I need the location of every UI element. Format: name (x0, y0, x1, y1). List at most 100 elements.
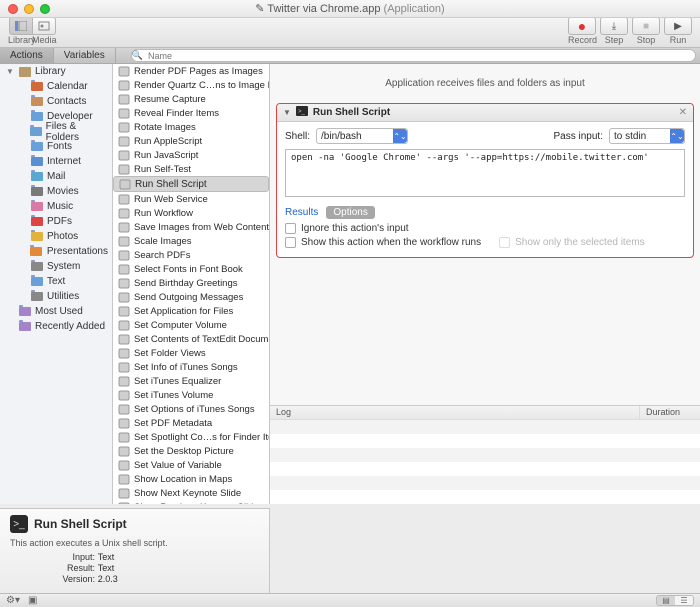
action-list-item[interactable]: Set Options of iTunes Songs (113, 402, 269, 416)
action-list-item[interactable]: Run Shell Script (113, 176, 269, 192)
library-item[interactable]: ▼Library (0, 64, 112, 79)
action-item-label: Resume Capture (134, 94, 206, 105)
action-list-item[interactable]: Scale Images (113, 234, 269, 248)
library-toolbar-label: Library (8, 35, 32, 45)
action-list-item[interactable]: Send Outgoing Messages (113, 290, 269, 304)
action-list-item[interactable]: Set Folder Views (113, 346, 269, 360)
action-item-label: Run Workflow (134, 208, 193, 219)
library-item[interactable]: Files & Folders (0, 124, 112, 139)
action-list-item[interactable]: Reveal Finder Items (113, 106, 269, 120)
action-list-item[interactable]: Show Previous Keynote Slide (113, 500, 269, 504)
search-input[interactable] (131, 49, 696, 62)
options-tab[interactable]: Options (326, 206, 374, 219)
action-list-item[interactable]: Show Location in Maps (113, 472, 269, 486)
pass-input-select[interactable]: to stdin⌃⌄ (609, 128, 685, 144)
action-item-label: Run JavaScript (134, 150, 198, 161)
action-list-item[interactable]: Run Self-Test (113, 162, 269, 176)
library-item[interactable]: Calendar (0, 79, 112, 94)
action-list-item[interactable]: Set iTunes Volume (113, 388, 269, 402)
action-icon (117, 194, 130, 205)
workflow-view-button[interactable]: ▤ (657, 596, 675, 605)
action-icon (117, 334, 130, 345)
library-item[interactable]: System (0, 259, 112, 274)
action-list-item[interactable]: Set Info of iTunes Songs (113, 360, 269, 374)
disclosure-icon[interactable]: ▼ (283, 108, 291, 117)
run-button[interactable]: ▶ (664, 17, 692, 35)
library-item[interactable]: Presentations (0, 244, 112, 259)
action-icon (117, 362, 130, 373)
step-button[interactable]: ⤓ (600, 17, 628, 35)
tab-variables[interactable]: Variables (54, 48, 116, 63)
shell-select[interactable]: /bin/bash⌃⌄ (316, 128, 408, 144)
library-item[interactable]: Music (0, 199, 112, 214)
action-list-item[interactable]: Set Contents of TextEdit Document (113, 332, 269, 346)
action-item-label: Reveal Finder Items (134, 108, 219, 119)
show-when-run-checkbox[interactable] (285, 237, 296, 248)
action-list-item[interactable]: Run JavaScript (113, 148, 269, 162)
action-icon (117, 264, 130, 275)
library-item[interactable]: Contacts (0, 94, 112, 109)
zoom-window-button[interactable] (40, 4, 50, 14)
action-list-item[interactable]: Save Images from Web Content (113, 220, 269, 234)
library-item-label: PDFs (47, 216, 72, 227)
action-list-item[interactable]: Set Computer Volume (113, 318, 269, 332)
record-button[interactable]: ● (568, 17, 596, 35)
log-view-button[interactable]: ☰ (675, 596, 693, 605)
library-toggle-button[interactable] (9, 17, 33, 35)
library-item[interactable]: PDFs (0, 214, 112, 229)
ignore-input-checkbox[interactable] (285, 223, 296, 234)
actions-list[interactable]: Render PDF Pages as ImagesRender Quartz … (113, 64, 270, 504)
library-item-label: Mail (47, 171, 65, 182)
action-list-item[interactable]: Run AppleScript (113, 134, 269, 148)
library-sidebar[interactable]: ▼LibraryCalendarContactsDeveloperFiles &… (0, 64, 113, 504)
log-column-header[interactable]: Log (270, 406, 640, 419)
action-list-item[interactable]: Send Birthday Greetings (113, 276, 269, 290)
action-list-item[interactable]: Set the Desktop Picture (113, 444, 269, 458)
library-item[interactable]: Utilities (0, 289, 112, 304)
view-mode-segment[interactable]: ▤ ☰ (656, 595, 694, 606)
action-card-run-shell-script[interactable]: ▼ >_ Run Shell Script ✕ Shell: /bin/bash… (276, 103, 694, 258)
action-list-item[interactable]: Resume Capture (113, 92, 269, 106)
duration-column-header[interactable]: Duration (640, 406, 700, 419)
action-item-label: Run Shell Script (135, 179, 207, 190)
close-window-button[interactable] (8, 4, 18, 14)
library-item[interactable]: Mail (0, 169, 112, 184)
folder-icon (30, 246, 43, 257)
action-list-item[interactable]: Set iTunes Equalizer (113, 374, 269, 388)
action-item-label: Save Images from Web Content (134, 222, 269, 233)
library-item-label: Movies (47, 186, 79, 197)
action-list-item[interactable]: Set Value of Variable (113, 458, 269, 472)
media-toggle-button[interactable] (32, 17, 56, 35)
gear-icon[interactable]: ⚙︎▾ (6, 595, 20, 606)
shell-script-textarea[interactable] (285, 149, 685, 197)
library-item[interactable]: Internet (0, 154, 112, 169)
remove-action-button[interactable]: ✕ (679, 107, 687, 118)
action-item-label: Show Next Keynote Slide (134, 488, 241, 499)
action-list-item[interactable]: Search PDFs (113, 248, 269, 262)
action-list-item[interactable]: Run Web Service (113, 192, 269, 206)
action-list-item[interactable]: Render Quartz C…ns to Image Files (113, 78, 269, 92)
action-list-item[interactable]: Set PDF Metadata (113, 416, 269, 430)
desc-input-key: Input: (10, 552, 95, 562)
tab-actions[interactable]: Actions (0, 48, 54, 63)
action-list-item[interactable]: Select Fonts in Font Book (113, 262, 269, 276)
folder-icon (18, 306, 31, 317)
action-list-item[interactable]: Set Application for Files (113, 304, 269, 318)
library-item[interactable]: Most Used (0, 304, 112, 319)
stop-button[interactable]: ■ (632, 17, 660, 35)
action-list-item[interactable]: Render PDF Pages as Images (113, 64, 269, 78)
workflow-options-icon[interactable]: ▣ (28, 595, 37, 606)
action-item-label: Set the Desktop Picture (134, 446, 234, 457)
workflow-canvas: Application receives files and folders a… (270, 64, 700, 504)
library-item[interactable]: Text (0, 274, 112, 289)
action-list-item[interactable]: Rotate Images (113, 120, 269, 134)
library-item[interactable]: Recently Added (0, 319, 112, 334)
action-list-item[interactable]: Run Workflow (113, 206, 269, 220)
folder-icon (30, 156, 43, 167)
library-item[interactable]: Photos (0, 229, 112, 244)
minimize-window-button[interactable] (24, 4, 34, 14)
action-list-item[interactable]: Show Next Keynote Slide (113, 486, 269, 500)
library-item[interactable]: Movies (0, 184, 112, 199)
action-list-item[interactable]: Set Spotlight Co…s for Finder Items (113, 430, 269, 444)
results-tab[interactable]: Results (285, 207, 318, 218)
